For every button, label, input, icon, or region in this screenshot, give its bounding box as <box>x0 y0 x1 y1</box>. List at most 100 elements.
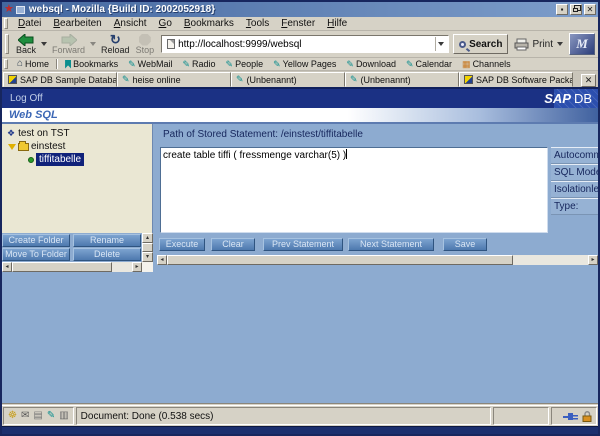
personal-toolbar: ⌂Home Bookmarks ✎WebMail ✎Radio ✎People … <box>2 58 598 71</box>
info-autocommit: Autocommit <box>551 147 598 164</box>
bookmark-webmail[interactable]: ✎WebMail <box>123 58 177 70</box>
toolbar-grippy[interactable] <box>4 18 8 28</box>
tab-heise[interactable]: ✎heise online <box>117 72 231 87</box>
text-caret <box>346 149 347 159</box>
tab-sapdb-packages[interactable]: SAP DB Software Packages <box>459 72 573 87</box>
address-book-icon[interactable]: ▥ <box>59 410 68 422</box>
restore-icon <box>573 8 578 12</box>
status-indicators <box>551 407 597 425</box>
composer-icon[interactable]: ▤ <box>33 410 42 422</box>
status-bar: ☸ ✉ ▤ ✎ ▥ Document: Done (0.538 secs) <box>2 406 598 426</box>
pen-icon: ✎ <box>406 60 414 69</box>
scrollbar-thumb[interactable] <box>167 255 513 265</box>
forward-dropdown-icon[interactable] <box>90 42 96 46</box>
reload-button[interactable]: ↻ Reload <box>98 32 133 57</box>
url-bar[interactable]: http://localhost:9999/websql <box>161 35 449 53</box>
pen-icon[interactable]: ✎ <box>47 410 55 422</box>
menu-fenster[interactable]: Fenster <box>275 18 321 29</box>
scrollbar-thumb[interactable] <box>12 262 112 272</box>
save-button[interactable]: Save <box>443 238 487 251</box>
bookmark-radio[interactable]: ✎Radio <box>177 58 220 70</box>
app-header: Log Off SAPDB <box>2 87 598 108</box>
close-tab-button[interactable]: ✕ <box>581 74 596 87</box>
back-dropdown-icon[interactable] <box>41 42 47 46</box>
back-arrow-icon <box>18 34 34 46</box>
menu-bookmarks[interactable]: Bookmarks <box>178 18 240 29</box>
stop-button[interactable]: Stop <box>133 32 158 57</box>
delete-button[interactable]: Delete <box>73 248 141 261</box>
scrollbar-corner <box>142 262 153 272</box>
menu-hilfe[interactable]: Hilfe <box>321 18 353 29</box>
next-statement-button[interactable]: Next Statement <box>348 238 434 251</box>
app-star-icon: ★ <box>4 4 14 15</box>
mail-icon[interactable]: ✉ <box>21 410 29 422</box>
scrollbar-right-button[interactable]: ▸ <box>588 255 598 265</box>
forward-button[interactable]: Forward <box>49 32 88 57</box>
tree-item-root[interactable]: ❖ test on TST <box>2 127 152 140</box>
scrollbar-left-button[interactable]: ◂ <box>2 262 12 272</box>
rename-button[interactable]: Rename <box>73 234 141 247</box>
url-input[interactable]: http://localhost:9999/websql <box>178 39 435 50</box>
throbber-logo[interactable]: M <box>569 33 595 55</box>
scrollbar-down-button[interactable]: ▾ <box>142 252 153 262</box>
statement-tree: ❖ test on TST einstest tiffitabelle <box>2 124 153 233</box>
print-button[interactable]: Print <box>512 38 555 51</box>
clear-button[interactable]: Clear <box>211 238 255 251</box>
window-bottom-border <box>2 426 598 434</box>
window-icon <box>16 6 25 14</box>
close-button[interactable]: ✕ <box>584 4 596 15</box>
home-icon: ⌂ <box>17 59 23 69</box>
tab-unbenannt-2[interactable]: ✎(Unbenannt) <box>345 72 459 87</box>
session-info-panel: Autocommit SQL Mode: Isolationlevel Type… <box>551 147 598 233</box>
bookmark-calendar[interactable]: ✎Calendar <box>401 58 457 70</box>
browser-window: ★ websql - Mozilla {Build ID: 2002052918… <box>0 0 600 436</box>
bookmark-home[interactable]: ⌂Home <box>12 58 54 70</box>
navigator-icon[interactable]: ☸ <box>8 410 17 422</box>
create-folder-button[interactable]: Create Folder <box>2 234 70 247</box>
toolbar-grippy[interactable] <box>4 59 8 69</box>
menu-go[interactable]: Go <box>153 18 178 29</box>
search-button[interactable]: Search <box>453 34 508 54</box>
bookmark-people[interactable]: ✎People <box>221 58 269 70</box>
tree-frame: ❖ test on TST einstest tiffitabelle Crea… <box>2 124 153 272</box>
bookmark-bookmarks[interactable]: Bookmarks <box>60 58 123 70</box>
window-title: websql - Mozilla {Build ID: 2002052918} <box>29 4 554 15</box>
bookmark-download[interactable]: ✎Download <box>341 58 401 70</box>
bookmark-yellow-pages[interactable]: ✎Yellow Pages <box>268 58 341 70</box>
sapdb-icon <box>8 75 17 84</box>
online-plug-icon[interactable] <box>563 412 578 421</box>
page-proxy-icon[interactable] <box>167 39 175 49</box>
sapdb-icon <box>464 75 473 84</box>
bookmark-channels[interactable]: ▦Channels <box>457 58 516 70</box>
prev-statement-button[interactable]: Prev Statement <box>263 238 343 251</box>
print-dropdown-icon[interactable] <box>557 42 563 46</box>
minimize-button[interactable]: ▪ <box>556 4 568 15</box>
tree-item-table[interactable]: tiffitabelle <box>2 153 152 166</box>
move-to-folder-button[interactable]: Move To Folder <box>2 248 70 261</box>
url-dropdown-button[interactable] <box>435 37 446 51</box>
tab-bar: SAP DB Sample Database (.. ✎heise online… <box>2 71 598 87</box>
scrollbar-thumb[interactable] <box>142 243 153 252</box>
menu-tools[interactable]: Tools <box>240 18 275 29</box>
restore-button[interactable] <box>570 4 582 15</box>
menu-bearbeiten[interactable]: Bearbeiten <box>47 18 107 29</box>
tab-unbenannt-1[interactable]: ✎(Unbenannt) <box>231 72 345 87</box>
sql-statement-textarea[interactable]: create table tiffi ( fressmenge varchar(… <box>160 147 548 233</box>
stored-statement-path: Path of Stored Statement: /einstest/tiff… <box>163 129 363 140</box>
menu-ansicht[interactable]: Ansicht <box>108 18 153 29</box>
scrollbar-right-button[interactable]: ▸ <box>132 262 142 272</box>
security-lock-icon[interactable] <box>582 411 592 422</box>
execute-button[interactable]: Execute <box>159 238 205 251</box>
pen-icon: ✎ <box>122 75 130 84</box>
menu-datei[interactable]: Datei <box>12 18 47 29</box>
title-bar[interactable]: ★ websql - Mozilla {Build ID: 2002052918… <box>2 2 598 17</box>
tree-item-folder[interactable]: einstest <box>2 140 152 153</box>
back-button[interactable]: Back <box>13 32 39 57</box>
database-icon: ❖ <box>7 128 15 139</box>
tab-sapdb-sample[interactable]: SAP DB Sample Database (.. <box>3 72 117 87</box>
twisty-open-icon[interactable] <box>8 144 16 150</box>
scrollbar-left-button[interactable]: ◂ <box>157 255 167 265</box>
toolbar-grippy[interactable] <box>5 34 9 53</box>
scrollbar-up-button[interactable]: ▴ <box>142 233 153 243</box>
log-off-link[interactable]: Log Off <box>10 93 43 104</box>
